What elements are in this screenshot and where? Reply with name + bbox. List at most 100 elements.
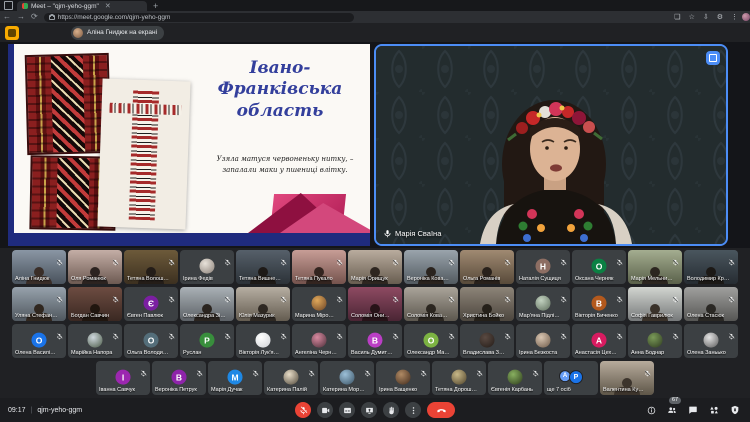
- participant-tile[interactable]: В Вероніка Петрук: [152, 361, 206, 395]
- participant-name: Соломія Онишків: [351, 313, 394, 319]
- browser-menu-icon[interactable]: ⋮: [731, 13, 738, 21]
- participant-tile[interactable]: Софія Гаврилюк: [628, 287, 682, 321]
- slide-quote: Узяла матуся червоненьку нитку, – запала…: [210, 154, 360, 175]
- participant-tile[interactable]: А Анастасія Цеханко: [572, 324, 626, 358]
- tab-search-icon[interactable]: [4, 1, 13, 10]
- participant-tile[interactable]: Олександра Зінчук: [180, 287, 234, 321]
- participant-tile[interactable]: Соломія Ковальська: [404, 287, 458, 321]
- participant-name: Вікторія Биченко: [575, 313, 618, 319]
- participant-tile[interactable]: І Іванна Савчук: [96, 361, 150, 395]
- participant-tile[interactable]: Н Наталія Сущиця: [516, 250, 570, 284]
- participant-tile[interactable]: Марійка Напора: [68, 324, 122, 358]
- active-speaker-tile[interactable]: Марія Сваїна: [374, 44, 728, 246]
- profile-avatar[interactable]: [742, 13, 750, 21]
- more-options-button[interactable]: [405, 402, 421, 418]
- participant-tile[interactable]: Владислава Задорій: [460, 324, 514, 358]
- new-tab-button[interactable]: +: [153, 1, 158, 11]
- mic-off-icon: [280, 327, 287, 345]
- presentation-thumbnail-icon[interactable]: [5, 26, 19, 40]
- participant-name: Наталія Сущиця: [519, 276, 562, 282]
- participant-tile[interactable]: Марія Мельничук: [628, 250, 682, 284]
- browser-tab[interactable]: Meet – "qjm-yeho-ggm" ✕: [17, 1, 147, 11]
- participant-tile[interactable]: Тетяна Волошинська: [124, 250, 178, 284]
- refresh-button[interactable]: ⟳: [31, 13, 38, 21]
- captions-button[interactable]: [339, 402, 355, 418]
- url-text: https://meet.google.com/qjm-yeho-ggm: [58, 14, 171, 21]
- participant-tile[interactable]: Катерина Палій: [264, 361, 318, 395]
- participant-tile[interactable]: О Олена Василівна М...: [12, 324, 66, 358]
- participant-tile[interactable]: Мар'яна Підлісна: [516, 287, 570, 321]
- participant-name: Олена Василівна М...: [15, 350, 58, 356]
- participant-tile[interactable]: Євгенія Карбань: [488, 361, 542, 395]
- mic-off-icon: [504, 253, 511, 271]
- participant-tile[interactable]: Оля Романюк: [68, 250, 122, 284]
- participant-tile[interactable]: Юлія Мазурик: [236, 287, 290, 321]
- participant-tile[interactable]: О Олександр Марчук: [404, 324, 458, 358]
- participant-name: Уляна Стефанович: [15, 313, 58, 319]
- raise-hand-button[interactable]: [383, 402, 399, 418]
- present-screen-button[interactable]: [361, 402, 377, 418]
- participant-tile[interactable]: Валентина Кушнір: [600, 361, 654, 395]
- photo-avatar: [340, 370, 355, 385]
- participant-name: Анастасія Цеханко: [575, 350, 618, 356]
- tab-close-icon[interactable]: ✕: [105, 2, 111, 10]
- participant-tile[interactable]: Вікторія Лук'янова: [236, 324, 290, 358]
- tile-options-button[interactable]: [706, 51, 720, 65]
- activities-button[interactable]: [709, 405, 719, 415]
- host-controls-button[interactable]: [730, 405, 740, 415]
- participant-tile[interactable]: Володимир Кравець: [684, 250, 738, 284]
- participant-tile[interactable]: Уляна Стефанович: [12, 287, 66, 321]
- participant-tile[interactable]: Тетяна Пукало: [292, 250, 346, 284]
- participant-tile[interactable]: Ірина Ващенко: [376, 361, 430, 395]
- participant-tile[interactable]: Ангеліна Чернушка: [292, 324, 346, 358]
- participant-tile[interactable]: Олена Заньько: [684, 324, 738, 358]
- mic-off-icon: [476, 364, 483, 382]
- participant-tile[interactable]: Ірина Безкоста: [516, 324, 570, 358]
- favorites-star-icon[interactable]: ☆: [689, 13, 695, 21]
- participant-tile[interactable]: В Вікторія Биченко: [572, 287, 626, 321]
- download-icon[interactable]: ⇩: [703, 13, 709, 21]
- participant-tile[interactable]: Богдан Савчин: [68, 287, 122, 321]
- participant-tile[interactable]: Марія Орищук: [348, 250, 402, 284]
- people-panel-button[interactable]: 67: [667, 405, 677, 415]
- mic-off-button[interactable]: [295, 402, 311, 418]
- participant-tile[interactable]: М Марія Дучак: [208, 361, 262, 395]
- participant-tile[interactable]: Тетяна Дорошенко: [432, 361, 486, 395]
- participant-tile[interactable]: Соломія Онишків: [348, 287, 402, 321]
- back-button[interactable]: ←: [3, 13, 11, 21]
- participant-tile[interactable]: Ольга Романів: [460, 250, 514, 284]
- participant-tile[interactable]: Ірина Федів: [180, 250, 234, 284]
- chat-panel-button[interactable]: [688, 405, 698, 415]
- participant-tile[interactable]: Катерина Морозюк: [320, 361, 374, 395]
- presenting-pill[interactable]: Аліна Гнидюк на екрані: [71, 26, 164, 40]
- participant-tile[interactable]: Марина Мірошник: [292, 287, 346, 321]
- shared-presentation[interactable]: Івано-Франківська область Узяла матуся ч…: [8, 44, 370, 246]
- participant-tile[interactable]: Р Руслан: [180, 324, 234, 358]
- mic-off-icon: [196, 364, 203, 382]
- forward-button[interactable]: →: [17, 13, 25, 21]
- participant-tile[interactable]: В Василь Думитрак: [348, 324, 402, 358]
- photo-avatar: [284, 370, 299, 385]
- participant-tile[interactable]: Є Євген Павлюк: [124, 287, 178, 321]
- address-bar[interactable]: https://meet.google.com/qjm-yeho-ggm: [44, 13, 354, 22]
- meeting-details-button[interactable]: [647, 406, 656, 415]
- participant-tile[interactable]: О Ольга Володимирів...: [124, 324, 178, 358]
- participant-tile[interactable]: Вероніка Ковальська: [404, 250, 458, 284]
- participant-name: Христина Бойко: [463, 313, 506, 319]
- overflow-tile[interactable]: АРще 7 осіб: [544, 361, 598, 395]
- sidebar-icon[interactable]: ❏: [674, 13, 680, 21]
- participant-tile[interactable]: О Оксана Черняк: [572, 250, 626, 284]
- participant-name: Олександр Марчук: [407, 350, 450, 356]
- participant-tile[interactable]: Аліна Гнидюк: [12, 250, 66, 284]
- participant-row: Уляна Стефанович Богдан СавчинЄ Євген Па…: [0, 287, 750, 321]
- participant-tile[interactable]: Христина Бойко: [460, 287, 514, 321]
- participant-tile[interactable]: Олена Стасюк: [684, 287, 738, 321]
- participant-tile[interactable]: Анна Боднар: [628, 324, 682, 358]
- camera-button[interactable]: [317, 402, 333, 418]
- participant-tile[interactable]: Тетяна Вишневська: [236, 250, 290, 284]
- meeting-code: qjm-yeho-ggm: [37, 407, 82, 414]
- speaker-video: [376, 46, 726, 244]
- leave-call-button[interactable]: [427, 402, 455, 418]
- mic-off-icon: [56, 290, 63, 308]
- extensions-icon[interactable]: ⚙: [717, 13, 723, 21]
